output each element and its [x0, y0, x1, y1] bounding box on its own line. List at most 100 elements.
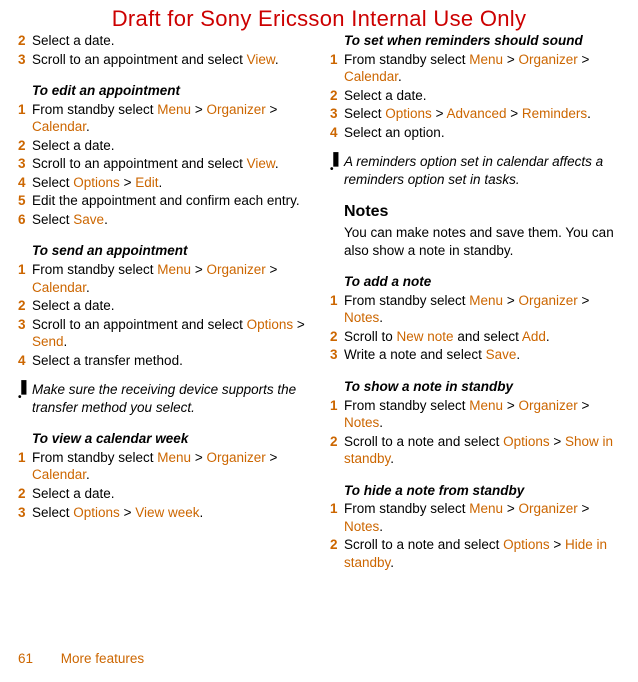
step-number: 4	[330, 124, 344, 142]
text-run: >	[191, 450, 206, 465]
step-item: 1From standby select Menu > Organizer > …	[330, 500, 620, 535]
step-text: Select an option.	[344, 124, 620, 142]
step-item: 3Select Options > View week.	[18, 504, 308, 522]
menu-path-link: Save	[486, 347, 517, 362]
menu-path-link: Menu	[469, 293, 503, 308]
step-item: 1From standby select Menu > Organizer > …	[330, 292, 620, 327]
text-run: >	[578, 398, 590, 413]
step-text: Select Options > Edit.	[32, 174, 308, 192]
menu-path-link: Organizer	[518, 501, 577, 516]
step-number: 3	[18, 316, 32, 351]
watermark-text: Draft for Sony Ericsson Internal Use Onl…	[0, 5, 638, 34]
menu-path-link: Options	[503, 537, 550, 552]
heading-hide-note: To hide a note from standby	[330, 482, 620, 500]
content-columns: 2Select a date.3Scroll to an appointment…	[18, 8, 620, 572]
text-run: Select a date.	[32, 298, 115, 313]
menu-path-link: Menu	[469, 501, 503, 516]
text-run: Select a transfer method.	[32, 353, 183, 368]
text-run: .	[379, 310, 383, 325]
menu-path-link: Notes	[344, 519, 379, 534]
step-number: 2	[18, 297, 32, 315]
menu-path-link: Menu	[157, 450, 191, 465]
menu-path-link: Organizer	[206, 262, 265, 277]
text-run: >	[578, 501, 590, 516]
heading-edit-appointment: To edit an appointment	[18, 82, 308, 100]
text-run: >	[503, 293, 518, 308]
step-text: Write a note and select Save.	[344, 346, 620, 364]
text-run: Write a note and select	[344, 347, 486, 362]
menu-path-link: Organizer	[206, 102, 265, 117]
menu-path-link: Calendar	[32, 119, 86, 134]
text-run: and select	[454, 329, 522, 344]
text-run: >	[293, 317, 305, 332]
note-reminders: ❚• A reminders option set in calendar af…	[330, 153, 620, 188]
step-number: 3	[330, 346, 344, 364]
text-run: Select a date.	[32, 138, 115, 153]
text-run: .	[275, 156, 279, 171]
text-run: Edit the appointment and confirm each en…	[32, 193, 300, 208]
menu-path-link: Organizer	[518, 398, 577, 413]
text-run: Select a date.	[344, 88, 427, 103]
steps-hide-note: 1From standby select Menu > Organizer > …	[330, 500, 620, 571]
menu-path-link: Calendar	[32, 280, 86, 295]
step-item: 5Edit the appointment and confirm each e…	[18, 192, 308, 210]
menu-path-link: Menu	[157, 102, 191, 117]
step-text: From standby select Menu > Organizer > N…	[344, 500, 620, 535]
step-item: 4Select a transfer method.	[18, 352, 308, 370]
text-run: >	[578, 52, 590, 67]
step-item: 2Select a date.	[18, 297, 308, 315]
step-text: Select a date.	[344, 87, 620, 105]
menu-path-link: Organizer	[518, 293, 577, 308]
step-item: 2Select a date.	[18, 137, 308, 155]
step-number: 4	[18, 352, 32, 370]
text-run: >	[578, 293, 590, 308]
text-run: .	[86, 467, 90, 482]
step-item: 3Scroll to an appointment and select Vie…	[18, 155, 308, 173]
step-text: Select a date.	[32, 137, 308, 155]
step-item: 4Select Options > Edit.	[18, 174, 308, 192]
menu-path-link: Options	[385, 106, 432, 121]
menu-path-link: New note	[397, 329, 454, 344]
note-text: A reminders option set in calendar affec…	[344, 153, 620, 188]
step-text: Select Options > Advanced > Reminders.	[344, 105, 620, 123]
text-run: Scroll to an appointment and select	[32, 317, 247, 332]
step-item: 1From standby select Menu > Organizer > …	[18, 101, 308, 136]
text-run: From standby select	[32, 450, 157, 465]
info-icon: ❚•	[18, 381, 32, 416]
menu-path-link: Organizer	[206, 450, 265, 465]
footer-section: More features	[61, 651, 144, 666]
text-run: .	[86, 280, 90, 295]
step-number: 2	[330, 536, 344, 571]
steps-view-week: 1From standby select Menu > Organizer > …	[18, 449, 308, 521]
text-run: .	[200, 505, 204, 520]
info-icon: ❚•	[330, 153, 344, 188]
text-run: >	[266, 450, 278, 465]
steps-show-note: 1From standby select Menu > Organizer > …	[330, 397, 620, 468]
step-text: Scroll to an appointment and select Opti…	[32, 316, 308, 351]
step-text: Select Save.	[32, 211, 308, 229]
text-run: .	[390, 451, 394, 466]
menu-path-link: Options	[503, 434, 550, 449]
text-run: >	[266, 102, 278, 117]
text-run: .	[379, 415, 383, 430]
step-item: 3Scroll to an appointment and select Opt…	[18, 316, 308, 351]
step-item: 2Scroll to a note and select Options > S…	[330, 433, 620, 468]
text-run: >	[191, 262, 206, 277]
step-item: 1From standby select Menu > Organizer > …	[18, 449, 308, 484]
pre-steps: 2Select a date.3Scroll to an appointment…	[18, 32, 308, 68]
step-item: 2Scroll to New note and select Add.	[330, 328, 620, 346]
heading-show-note: To show a note in standby	[330, 378, 620, 396]
step-text: Select a date.	[32, 297, 308, 315]
text-run: Select a date.	[32, 33, 115, 48]
step-number: 1	[330, 51, 344, 86]
step-text: Scroll to New note and select Add.	[344, 328, 620, 346]
step-item: 3Scroll to an appointment and select Vie…	[18, 51, 308, 69]
step-text: Scroll to a note and select Options > Sh…	[344, 433, 620, 468]
text-run: Select an option.	[344, 125, 445, 140]
menu-path-link: Calendar	[344, 69, 398, 84]
step-number: 1	[330, 397, 344, 432]
heading-add-note: To add a note	[330, 273, 620, 291]
menu-path-link: Organizer	[518, 52, 577, 67]
step-number: 2	[330, 328, 344, 346]
step-number: 3	[330, 105, 344, 123]
